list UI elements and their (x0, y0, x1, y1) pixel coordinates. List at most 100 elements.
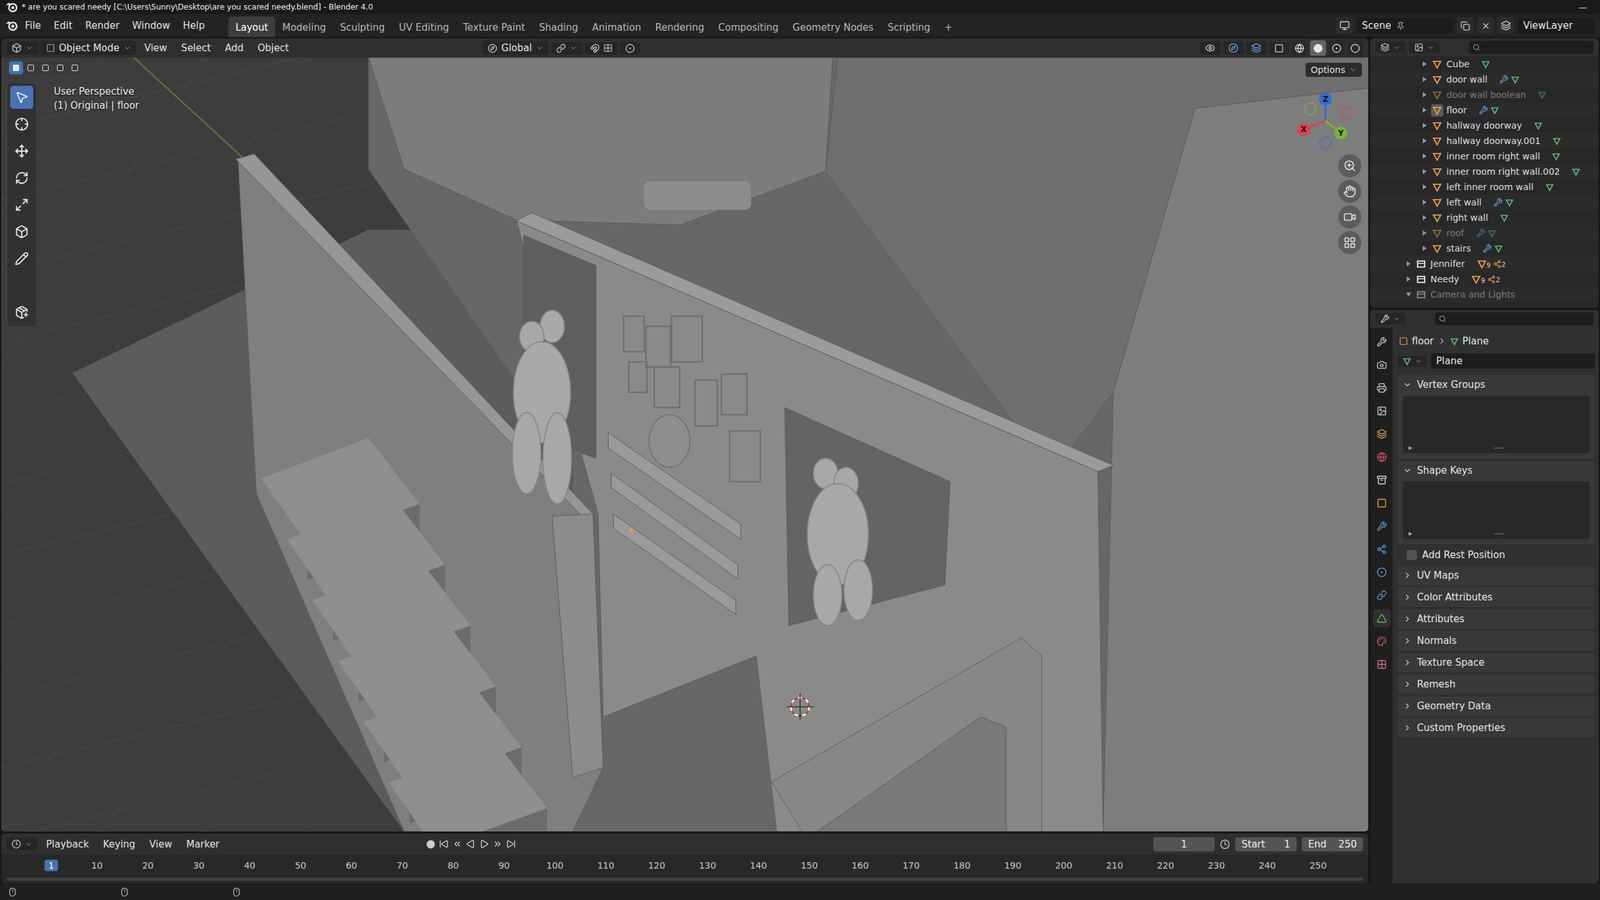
properties-tab[interactable] (1372, 540, 1391, 559)
tool-button[interactable] (10, 166, 34, 190)
panel-header[interactable]: Normals (1397, 631, 1595, 651)
expand-arrow-icon[interactable] (1421, 199, 1428, 206)
properties-tab[interactable] (1372, 632, 1391, 651)
mesh-data-icon[interactable] (1490, 106, 1499, 115)
properties-tab[interactable] (1372, 471, 1391, 489)
timeline-ruler[interactable]: 1102030405060708090100110120130140150160… (1, 854, 1369, 884)
panel-header[interactable]: UV Maps (1397, 565, 1595, 585)
workspace-tab[interactable]: Sculpting (332, 16, 392, 38)
mesh-data-icon[interactable] (1481, 60, 1490, 69)
xray-toggle[interactable] (1269, 42, 1289, 55)
outliner-row[interactable]: roof (1370, 225, 1599, 241)
workspace-tab[interactable]: Animation (584, 16, 648, 38)
workspace-tab[interactable]: UV Editing (391, 16, 456, 38)
row-label[interactable]: door wall boolean (1446, 89, 1526, 100)
editor-type-dropdown[interactable] (1375, 312, 1406, 325)
expand-arrow-icon[interactable] (1405, 260, 1412, 267)
workspace-tab[interactable]: Rendering (648, 16, 712, 38)
mesh-data-icon[interactable] (1552, 152, 1561, 161)
expand-arrow-icon[interactable] (1405, 291, 1412, 298)
modifier-icon[interactable] (1479, 105, 1488, 115)
outliner-row[interactable]: right wall (1370, 209, 1599, 226)
scene-drawing[interactable] (1, 57, 1369, 832)
editor-type-dropdown[interactable] (6, 41, 39, 55)
row-label[interactable]: roof (1446, 227, 1465, 239)
row-label[interactable]: hallway doorway (1446, 120, 1522, 131)
next-keyframe-icon[interactable] (492, 839, 503, 849)
clock-icon[interactable] (1219, 839, 1231, 850)
jump-end-icon[interactable] (506, 839, 516, 849)
orientation-dropdown[interactable]: Global (482, 40, 549, 56)
expand-arrow-icon[interactable] (1421, 91, 1428, 98)
mesh-data-icon[interactable] (1552, 136, 1561, 146)
blender-logo-icon[interactable] (5, 19, 18, 32)
row-label[interactable]: floor (1446, 104, 1467, 116)
play-icon[interactable] (479, 839, 489, 849)
properties-search[interactable] (1434, 312, 1594, 326)
outliner-row[interactable]: Needy92 (1370, 271, 1599, 287)
mesh-data-icon[interactable] (1402, 357, 1412, 366)
workspace-tab[interactable]: Scripting (880, 16, 938, 38)
menu-item[interactable]: Render (79, 17, 125, 34)
panel-header[interactable]: Remesh (1397, 674, 1595, 694)
outliner-row[interactable]: inner room right wall (1370, 148, 1599, 164)
menu-item[interactable]: Window (126, 17, 176, 34)
viewport-menu-item[interactable]: Object (251, 39, 295, 57)
expand-arrow-icon[interactable] (1421, 183, 1428, 191)
row-label[interactable]: stairs (1446, 243, 1471, 254)
modifier-icon[interactable] (1482, 243, 1492, 253)
menu-item[interactable]: Help (177, 17, 211, 34)
delete-scene-button[interactable] (1477, 17, 1494, 34)
workspace-tab[interactable]: Layout (228, 16, 276, 38)
row-label[interactable]: Needy (1430, 273, 1460, 285)
properties-tab[interactable] (1372, 448, 1391, 466)
timeline-menu-item[interactable]: Keying (97, 835, 141, 853)
modifier-icon[interactable] (1499, 74, 1509, 84)
blender-logo-icon[interactable] (5, 1, 18, 13)
outliner-row[interactable]: Cube (1370, 56, 1599, 72)
visibility-dropdown[interactable] (1200, 41, 1221, 55)
tool-button[interactable] (10, 193, 34, 217)
viewport-menu-item[interactable]: Add (218, 39, 249, 57)
checkbox-row[interactable]: Add Rest Position (1397, 546, 1595, 564)
mesh-data-icon[interactable] (1488, 229, 1497, 238)
mesh-data-icon[interactable] (1500, 213, 1509, 223)
shading-button[interactable] (1328, 40, 1345, 56)
ortho-toggle-button[interactable] (1338, 231, 1362, 255)
workspace-tab[interactable]: Modeling (275, 16, 333, 38)
properties-tab[interactable] (1372, 494, 1391, 512)
tool-button[interactable] (10, 220, 34, 244)
row-label[interactable]: Camera and Lights (1430, 289, 1515, 300)
panel-header[interactable]: Color Attributes (1397, 587, 1595, 607)
panel-header[interactable]: Custom Properties (1397, 718, 1595, 738)
tool-button[interactable] (10, 85, 34, 109)
outliner-row[interactable]: inner room right wall.002 (1370, 163, 1599, 180)
select-mode-button[interactable] (38, 61, 53, 75)
expand-arrow-icon[interactable] (1421, 168, 1428, 175)
row-label[interactable]: Cube (1446, 58, 1470, 70)
expand-arrow-icon[interactable] (1421, 122, 1428, 129)
modifier-icon[interactable] (1493, 197, 1503, 207)
panel-header[interactable]: Texture Space (1397, 652, 1595, 672)
mesh-data-icon[interactable] (1505, 198, 1514, 207)
properties-tab[interactable] (1372, 609, 1391, 628)
mesh-data-icon[interactable] (1545, 183, 1554, 192)
row-label[interactable]: inner room right wall.002 (1446, 166, 1560, 177)
expand-arrow-icon[interactable] (1405, 275, 1412, 283)
row-label[interactable]: right wall (1446, 212, 1488, 223)
select-mode-button[interactable] (53, 61, 68, 75)
tool-button[interactable] (10, 273, 34, 297)
start-frame-field[interactable]: Start1 (1235, 837, 1297, 852)
workspace-tab[interactable]: Geometry Nodes (785, 16, 881, 38)
menu-item[interactable]: Edit (48, 17, 79, 34)
expand-arrow-icon[interactable] (1421, 76, 1428, 83)
row-label[interactable]: Jennifer (1430, 258, 1465, 269)
mesh-data-icon[interactable] (1534, 121, 1543, 130)
list-box[interactable] (1402, 481, 1590, 539)
panel-header[interactable]: Attributes (1397, 609, 1595, 629)
tool-button[interactable] (10, 300, 34, 324)
outliner-row[interactable]: door wall (1370, 71, 1599, 88)
resize-grip-icon[interactable] (1494, 446, 1504, 450)
properties-tab[interactable] (1372, 332, 1391, 351)
view-layer-field[interactable]: ViewLayer (1518, 17, 1595, 34)
